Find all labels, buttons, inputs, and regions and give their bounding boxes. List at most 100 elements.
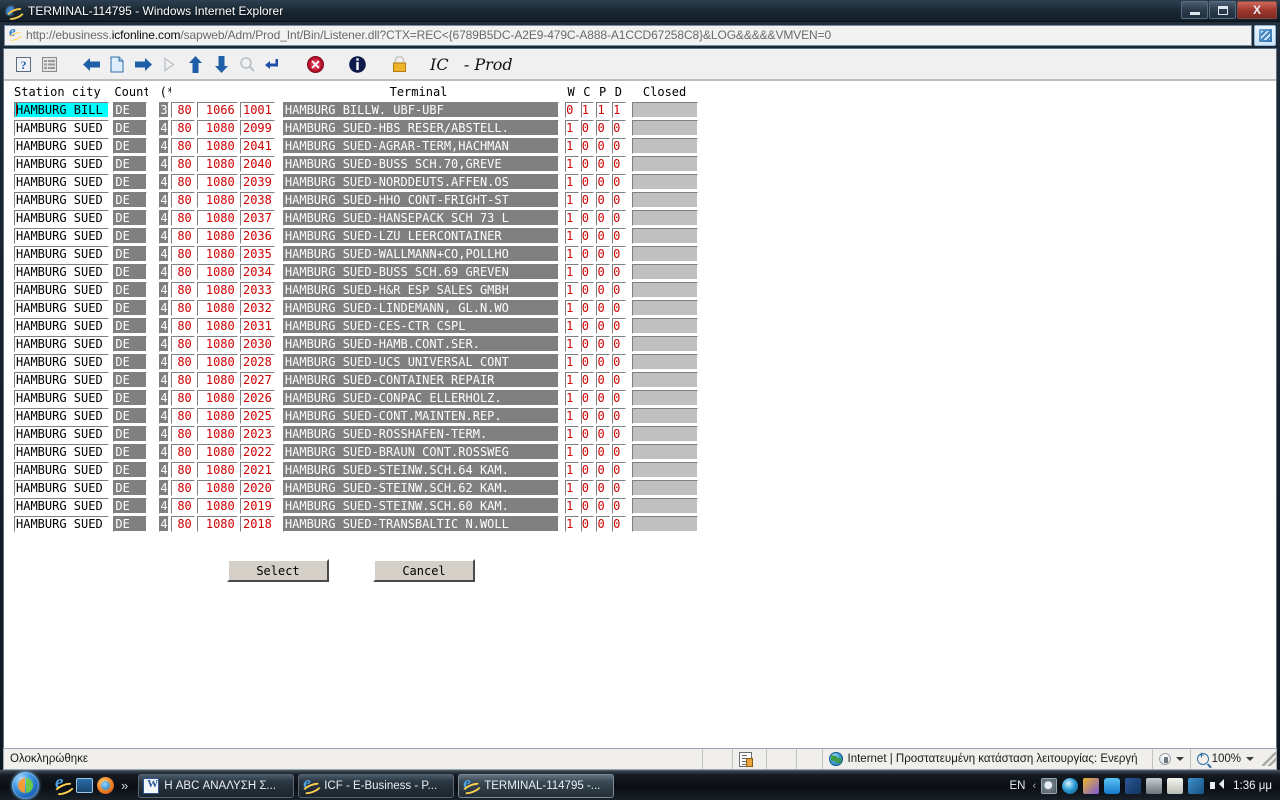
cell-number-group[interactable]: 1080 [196,156,238,172]
lock-icon[interactable] [386,51,412,77]
cell-terminal-code[interactable]: 2032 [239,300,275,316]
cell-d[interactable]: 0 [612,210,626,226]
table-row[interactable]: HAMBURG SUED DE 4 80 1080 2031 HAMBURG SUED-CE… [14,317,699,335]
cell-station-city[interactable]: HAMBURG SUED [14,120,110,136]
cell-number-group[interactable]: 1080 [196,480,238,496]
cell-station-city[interactable]: HAMBURG SUED [14,426,110,442]
cell-p[interactable]: 0 [596,372,611,388]
cell-terminal-code[interactable]: 2021 [239,462,275,478]
cell-w[interactable]: 1 [565,408,579,424]
quicklaunch-overflow-button[interactable]: » [121,778,128,793]
cell-station-city[interactable]: HAMBURG SUED [14,246,110,262]
cell-d[interactable]: 0 [612,444,626,460]
cell-number-80[interactable]: 80 [171,246,195,262]
cell-station-city[interactable]: HAMBURG SUED [14,192,110,208]
cell-terminal-code[interactable]: 2037 [239,210,275,226]
down-arrow-icon[interactable] [208,51,234,77]
cell-d[interactable]: 0 [612,480,626,496]
table-row[interactable]: HAMBURG SUED DE 4 80 1080 2021 HAMBURG SUED-ST… [14,461,699,479]
cell-terminal-code[interactable]: 2025 [239,408,275,424]
enter-icon[interactable] [260,51,286,77]
cell-terminal-code[interactable]: 2022 [239,444,275,460]
cell-c[interactable]: 0 [580,354,595,370]
cell-station-city[interactable]: HAMBURG SUED [14,156,110,172]
cell-c[interactable]: 0 [580,138,595,154]
table-row[interactable]: HAMBURG SUED DE 4 80 1080 2035 HAMBURG SUED-WA… [14,245,699,263]
table-row[interactable]: HAMBURG SUED DE 4 80 1080 2099 HAMBURG SUED-HB… [14,119,699,137]
cell-w[interactable]: 1 [565,156,579,172]
back-arrow-icon[interactable] [78,51,104,77]
forward-arrow-icon[interactable] [130,51,156,77]
cell-p[interactable]: 0 [596,336,611,352]
clock[interactable]: 1:36 μμ [1233,780,1272,792]
cell-p[interactable]: 0 [596,498,611,514]
table-row[interactable]: HAMBURG SUED DE 4 80 1080 2033 HAMBURG SUED-H&… [14,281,699,299]
cell-station-city[interactable]: HAMBURG SUED [14,408,110,424]
cell-c[interactable]: 0 [580,336,595,352]
cell-d[interactable]: 0 [612,300,626,316]
cell-station-city[interactable]: HAMBURG SUED [14,210,110,226]
cell-w[interactable]: 1 [565,300,579,316]
cell-c[interactable]: 0 [580,390,595,406]
cell-p[interactable]: 0 [596,390,611,406]
cell-terminal-code[interactable]: 2040 [239,156,275,172]
up-arrow-icon[interactable] [182,51,208,77]
cell-c[interactable]: 0 [580,480,595,496]
cell-number-80[interactable]: 80 [171,516,195,532]
cell-c[interactable]: 0 [580,282,595,298]
cell-number-group[interactable]: 1080 [196,300,238,316]
tray-battery-icon[interactable] [1167,777,1184,794]
cell-station-city[interactable]: HAMBURG SUED [14,174,110,190]
cell-number-group[interactable]: 1080 [196,174,238,190]
tray-sync-icon[interactable] [1104,777,1121,794]
cell-d[interactable]: 0 [612,264,626,280]
cell-d[interactable]: 0 [612,192,626,208]
cell-number-80[interactable]: 80 [171,120,195,136]
cell-p[interactable]: 0 [596,156,611,172]
cell-w[interactable]: 1 [565,336,579,352]
table-row[interactable]: HAMBURG SUED DE 4 80 1080 2034 HAMBURG SUED-BU… [14,263,699,281]
cell-w[interactable]: 1 [565,390,579,406]
taskbar-task-button[interactable]: TERMINAL-114795 -... [458,773,615,798]
language-indicator[interactable]: EN [1010,780,1026,792]
cell-p[interactable]: 1 [596,102,611,118]
cell-c[interactable]: 0 [580,192,595,208]
cell-station-city[interactable]: HAMBURG SUED [14,498,110,514]
security-zone[interactable]: Internet | Προστατευμένη κατάσταση λειτο… [821,749,1152,769]
cell-c[interactable]: 0 [580,264,595,280]
cell-terminal-code[interactable]: 2034 [239,264,275,280]
tray-display-icon[interactable] [1146,777,1163,794]
cell-number-80[interactable]: 80 [171,300,195,316]
cell-number-group[interactable]: 1080 [196,408,238,424]
select-button[interactable]: Select [227,559,329,582]
cell-terminal-code[interactable]: 2030 [239,336,275,352]
cell-p[interactable]: 0 [596,318,611,334]
cell-p[interactable]: 0 [596,192,611,208]
cell-p[interactable]: 0 [596,354,611,370]
cell-w[interactable]: 1 [565,282,579,298]
cell-number-group[interactable]: 1080 [196,498,238,514]
cell-p[interactable]: 0 [596,264,611,280]
table-row[interactable]: HAMBURG SUED DE 4 80 1080 2028 HAMBURG SUED-UC… [14,353,699,371]
cell-number-group[interactable]: 1080 [196,336,238,352]
cell-number-group[interactable]: 1080 [196,354,238,370]
table-row[interactable]: HAMBURG SUED DE 4 80 1080 2020 HAMBURG SUED-ST… [14,479,699,497]
cell-c[interactable]: 0 [580,372,595,388]
cell-d[interactable]: 0 [612,228,626,244]
taskbar-task-button[interactable]: Η ABC ΑΝΑΛΥΣΗ Σ... [138,773,295,798]
cell-d[interactable]: 0 [612,282,626,298]
table-row[interactable]: HAMBURG SUED DE 4 80 1080 2039 HAMBURG SUED-NO… [14,173,699,191]
cell-number-80[interactable]: 80 [171,480,195,496]
cell-d[interactable]: 1 [612,102,626,118]
cell-number-group[interactable]: 1066 [196,102,238,118]
cell-terminal-code[interactable]: 2038 [239,192,275,208]
table-row[interactable]: HAMBURG SUED DE 4 80 1080 2037 HAMBURG SUED-HA… [14,209,699,227]
cell-w[interactable]: 1 [565,462,579,478]
cell-c[interactable]: 0 [580,228,595,244]
cell-d[interactable]: 0 [612,174,626,190]
cell-station-city[interactable]: HAMBURG SUED [14,318,110,334]
table-row[interactable]: HAMBURG SUED DE 4 80 1080 2018 HAMBURG SUED-TR… [14,515,699,533]
cell-w[interactable]: 1 [565,192,579,208]
cell-c[interactable]: 0 [580,210,595,226]
quicklaunch-show-desktop-icon[interactable] [76,778,93,793]
